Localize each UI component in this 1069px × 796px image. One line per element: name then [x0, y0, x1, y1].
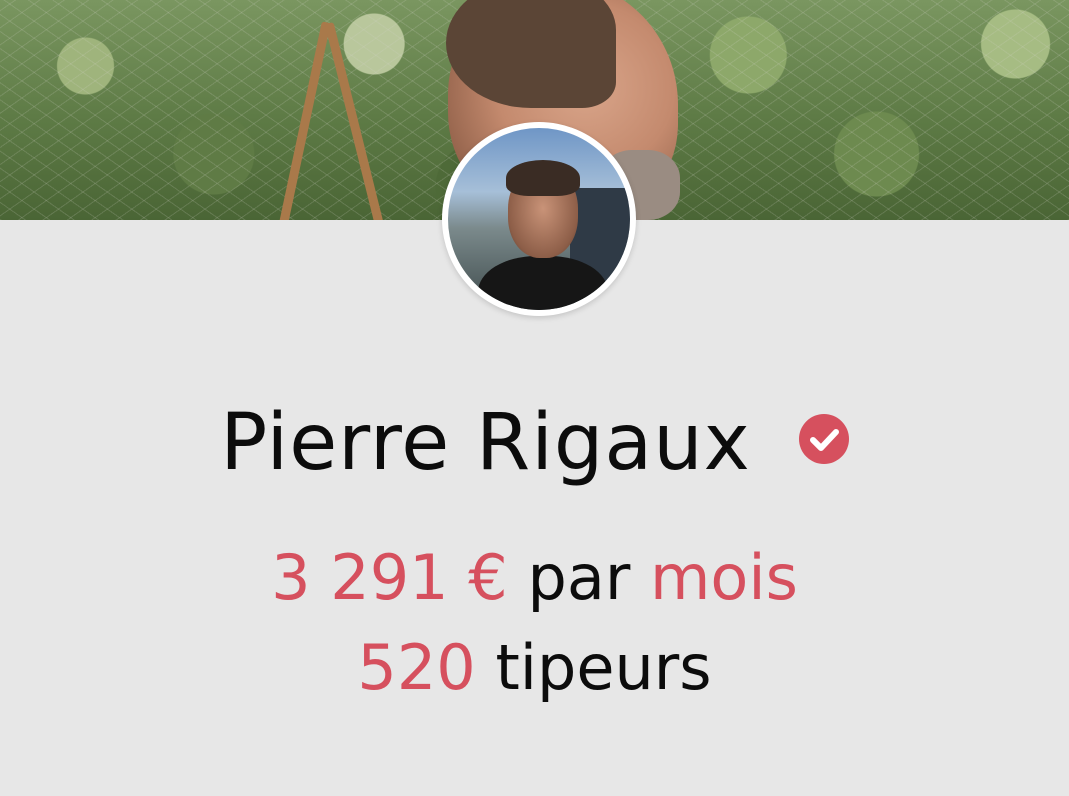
- avatar[interactable]: [442, 122, 636, 316]
- tipers-label: tipeurs: [495, 631, 712, 704]
- check-circle-icon: [798, 414, 849, 464]
- monthly-connector: par: [527, 541, 631, 614]
- avatar-photo: [448, 128, 630, 310]
- profile-name-row: Pierre Rigaux: [0, 388, 1069, 498]
- tipers-count: 520: [357, 631, 476, 704]
- avatar-photo-hair: [506, 160, 580, 196]
- profile-name: Pierre Rigaux: [220, 398, 751, 488]
- profile-page: Pierre Rigaux 3 291 € par mois 520 tipeu…: [0, 0, 1069, 796]
- tipers-line: 520 tipeurs: [0, 630, 1069, 706]
- monthly-period: mois: [650, 541, 798, 614]
- monthly-amount: 3 291 €: [271, 541, 508, 614]
- monthly-amount-line: 3 291 € par mois: [0, 540, 1069, 616]
